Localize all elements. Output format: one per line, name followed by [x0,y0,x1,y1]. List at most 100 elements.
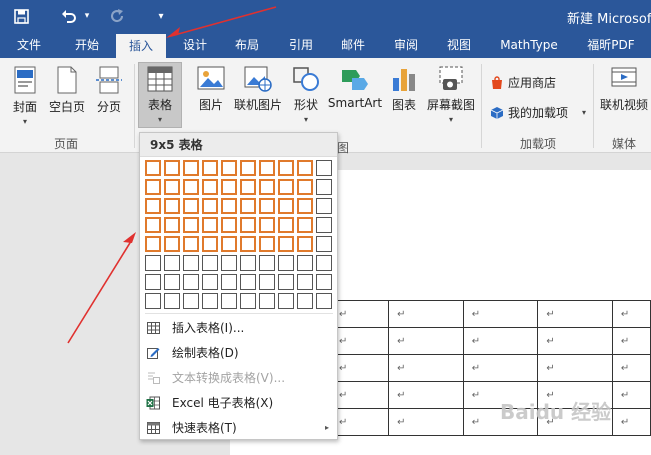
grid-cell[interactable] [202,236,218,252]
grid-cell[interactable] [202,274,218,290]
grid-cell[interactable] [145,255,161,271]
tab-home[interactable]: 开始 [64,32,110,58]
pictures-button[interactable]: 图片 [195,66,227,113]
grid-cell[interactable] [259,217,275,233]
table-cell[interactable]: ↵ [462,300,539,328]
grid-cell[interactable] [240,236,256,252]
customize-quick-access-icon[interactable]: ▾ [152,0,170,32]
grid-cell[interactable] [221,179,237,195]
grid-cell[interactable] [297,293,313,309]
screenshot-button[interactable]: 屏幕截图 ▾ [425,66,477,124]
grid-cell[interactable] [145,160,161,176]
grid-cell[interactable] [259,198,275,214]
table-cell[interactable]: ↵ [329,354,390,382]
table-cell[interactable]: ↵ [329,300,390,328]
grid-cell[interactable] [145,198,161,214]
online-pictures-button[interactable]: 联机图片 [232,66,284,113]
table-cell[interactable]: ↵ [537,354,613,382]
grid-cell[interactable] [221,293,237,309]
undo-dropdown-icon[interactable]: ▾ [80,0,94,32]
grid-cell[interactable] [316,179,332,195]
grid-cell[interactable] [316,293,332,309]
grid-cell[interactable] [316,236,332,252]
grid-cell[interactable] [259,236,275,252]
grid-cell[interactable] [278,160,294,176]
tab-review[interactable]: 审阅 [383,32,429,58]
grid-cell[interactable] [183,160,199,176]
grid-cell[interactable] [202,160,218,176]
table-cell[interactable]: ↵ [388,408,464,436]
table-cell[interactable]: ↵ [462,327,539,355]
grid-cell[interactable] [164,274,180,290]
table-cell[interactable]: ↵ [329,408,390,436]
grid-cell[interactable] [278,274,294,290]
quick-tables-menu-item[interactable]: 快速表格(T) ▸ [140,415,337,440]
grid-cell[interactable] [183,179,199,195]
table-cell[interactable]: ↵ [611,300,651,328]
tab-layout[interactable]: 布局 [224,32,270,58]
grid-cell[interactable] [316,198,332,214]
grid-cell[interactable] [202,255,218,271]
grid-cell[interactable] [183,293,199,309]
tab-references[interactable]: 引用 [278,32,324,58]
grid-cell[interactable] [164,255,180,271]
grid-cell[interactable] [164,198,180,214]
table-cell[interactable]: ↵ [329,327,390,355]
grid-cell[interactable] [183,198,199,214]
tab-design[interactable]: 设计 [172,32,218,58]
tab-mathtype[interactable]: MathType [494,32,564,58]
smartart-button[interactable]: SmartArt [327,66,383,110]
redo-icon[interactable] [106,0,128,32]
tab-file[interactable]: 文件 [6,32,52,58]
grid-cell[interactable] [221,236,237,252]
table-cell[interactable]: ↵ [611,381,651,409]
grid-cell[interactable] [221,198,237,214]
grid-cell[interactable] [202,179,218,195]
grid-cell[interactable] [183,217,199,233]
grid-cell[interactable] [297,179,313,195]
page-break-button[interactable]: 分页 [92,66,126,115]
undo-icon[interactable] [58,0,80,32]
grid-cell[interactable] [202,198,218,214]
table-cell[interactable]: ↵ [329,381,390,409]
grid-cell[interactable] [259,274,275,290]
table-cell[interactable]: ↵ [462,354,539,382]
grid-cell[interactable] [221,274,237,290]
grid-cell[interactable] [297,236,313,252]
grid-cell[interactable] [164,293,180,309]
grid-cell[interactable] [297,198,313,214]
cover-page-button[interactable]: 封面 ▾ [8,66,42,126]
my-addins-button[interactable]: 我的加载项 ▾ [490,104,586,121]
grid-cell[interactable] [297,160,313,176]
grid-cell[interactable] [183,236,199,252]
grid-cell[interactable] [259,293,275,309]
grid-cell[interactable] [259,179,275,195]
grid-cell[interactable] [164,217,180,233]
grid-cell[interactable] [316,274,332,290]
grid-cell[interactable] [183,255,199,271]
grid-cell[interactable] [240,160,256,176]
chart-button[interactable]: 图表 [388,66,420,113]
grid-cell[interactable] [316,217,332,233]
tab-view[interactable]: 视图 [436,32,482,58]
insert-table-menu-item[interactable]: 插入表格(I)... [140,315,337,340]
tab-foxit-pdf[interactable]: 福昕PDF [578,32,644,58]
grid-cell[interactable] [221,217,237,233]
grid-cell[interactable] [240,293,256,309]
grid-cell[interactable] [240,198,256,214]
grid-cell[interactable] [164,179,180,195]
grid-cell[interactable] [259,255,275,271]
table-cell[interactable]: ↵ [388,354,464,382]
grid-cell[interactable] [202,293,218,309]
table-cell[interactable]: ↵ [611,327,651,355]
online-video-button[interactable]: 联机视频 [598,66,650,113]
grid-cell[interactable] [316,160,332,176]
table-button[interactable]: 表格 ▾ [140,66,180,124]
table-cell[interactable]: ↵ [611,354,651,382]
tab-mailings[interactable]: 邮件 [330,32,376,58]
grid-cell[interactable] [278,255,294,271]
grid-cell[interactable] [297,274,313,290]
table-cell[interactable]: ↵ [611,408,651,436]
excel-spreadsheet-menu-item[interactable]: Excel 电子表格(X) [140,390,337,415]
table-cell[interactable]: ↵ [537,327,613,355]
